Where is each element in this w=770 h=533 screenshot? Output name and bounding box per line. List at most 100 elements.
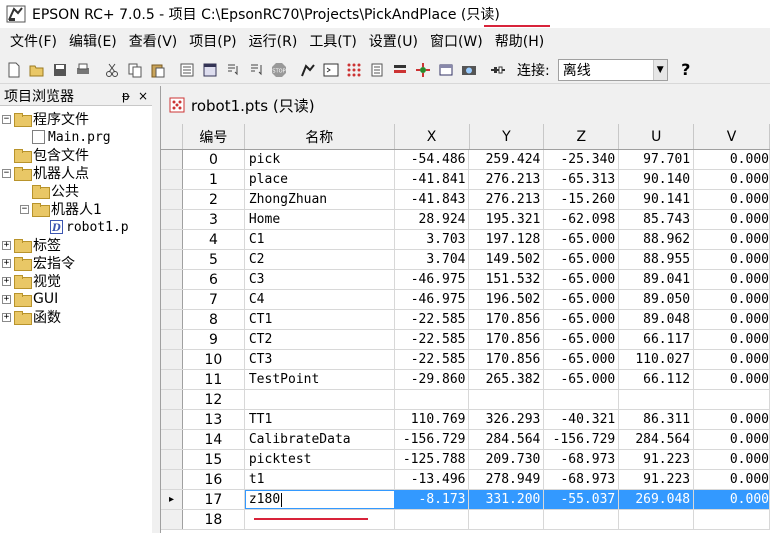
cell-name[interactable]: CalibrateData [245,430,395,449]
cell-number[interactable]: 5 [183,250,245,269]
cell-y[interactable]: 284.564 [469,430,545,449]
row-selector[interactable] [161,250,183,269]
cell-x[interactable]: 28.924 [395,210,470,229]
tree-item[interactable]: + 视觉 [0,272,152,290]
row-selector[interactable] [161,230,183,249]
cell-y[interactable]: 326.293 [469,410,545,429]
table-row[interactable]: 0 pick -54.486 259.424 -25.340 97.701 0.000 [161,150,770,170]
cell-number[interactable]: 10 [183,350,245,369]
row-selector[interactable] [161,350,183,369]
print-icon[interactable] [73,60,93,80]
cell-number[interactable]: 18 [183,510,245,529]
table-row[interactable]: 6 C3 -46.975 151.532 -65.000 89.041 0.000 [161,270,770,290]
cell-x[interactable]: -13.496 [395,470,470,489]
menu-edit[interactable]: 编辑(E) [63,31,123,51]
cell-x[interactable] [395,390,470,409]
table-row[interactable]: 12 [161,390,770,410]
row-selector[interactable] [161,470,183,489]
cell-y[interactable]: 170.856 [469,350,545,369]
command-window-icon[interactable] [321,60,341,80]
menu-help[interactable]: 帮助(H) [489,31,550,51]
cell-y[interactable] [469,510,545,529]
tree-item[interactable]: − 程序文件 [0,110,152,128]
paste-icon[interactable] [148,60,168,80]
cell-v[interactable]: 0.000 [694,350,770,369]
cell-number[interactable]: 8 [183,310,245,329]
cell-u[interactable]: 66.117 [619,330,695,349]
cell-v[interactable]: 0.000 [694,250,770,269]
cell-z[interactable]: -65.000 [544,250,620,269]
cell-v[interactable]: 0.000 [694,210,770,229]
cell-u[interactable]: 91.223 [619,470,695,489]
cell-number[interactable]: 12 [183,390,245,409]
cell-v[interactable]: 0.000 [694,330,770,349]
menu-tools[interactable]: 工具(T) [303,31,362,51]
splitter[interactable] [152,86,160,533]
cut-icon[interactable] [102,60,122,80]
help-button[interactable]: ? [676,60,696,79]
new-file-icon[interactable] [4,60,24,80]
stop-icon[interactable]: STOP [269,60,289,80]
expand-icon[interactable]: + [2,276,11,286]
cell-name[interactable]: t1 [245,470,395,489]
cell-z[interactable]: -65.000 [544,310,620,329]
cell-y[interactable]: 276.213 [469,170,545,189]
cell-v[interactable]: 0.000 [694,170,770,189]
table-row[interactable]: 16 t1 -13.496 278.949 -68.973 91.223 0.000 [161,470,770,490]
cell-x[interactable]: -54.486 [395,150,470,169]
tree-item[interactable]: + 宏指令 [0,254,152,272]
cell-v[interactable]: 0.000 [694,430,770,449]
row-selector[interactable] [161,290,183,309]
build-icon[interactable] [177,60,197,80]
cell-z[interactable] [544,510,620,529]
cell-name[interactable]: CT1 [245,310,395,329]
cell-v[interactable] [694,510,770,529]
table-row[interactable]: 9 CT2 -22.585 170.856 -65.000 66.117 0.000 [161,330,770,350]
cell-x[interactable]: 3.703 [395,230,470,249]
cell-z[interactable]: -55.037 [544,490,620,509]
cell-z[interactable]: -156.729 [544,430,620,449]
connect-icon[interactable] [488,60,508,80]
cell-y[interactable]: 149.502 [469,250,545,269]
cell-number[interactable]: 2 [183,190,245,209]
cell-x[interactable]: -29.860 [395,370,470,389]
row-selector[interactable] [161,170,183,189]
cell-y[interactable]: 151.532 [469,270,545,289]
column-header-number[interactable]: 编号 [183,124,245,149]
robot-manager-icon[interactable] [298,60,318,80]
cell-u[interactable]: 89.048 [619,310,695,329]
menu-file[interactable]: 文件(F) [4,31,63,51]
cell-z[interactable]: -65.000 [544,350,620,369]
cell-u[interactable]: 97.701 [619,150,695,169]
cell-u[interactable]: 85.743 [619,210,695,229]
cell-number[interactable]: 6 [183,270,245,289]
column-header-y[interactable]: Y [470,124,545,149]
table-row[interactable]: 15 picktest -125.788 209.730 -68.973 91.223 0.… [161,450,770,470]
cell-name[interactable]: C2 [245,250,395,269]
tree-item[interactable]: 公共 [0,182,152,200]
cell-u[interactable]: 91.223 [619,450,695,469]
cell-u[interactable]: 66.112 [619,370,695,389]
cell-y[interactable]: 195.321 [469,210,545,229]
cell-x[interactable]: -8.173 [394,490,470,509]
cell-number[interactable]: 15 [183,450,245,469]
cell-u[interactable]: 88.962 [619,230,695,249]
table-row[interactable]: 1 place -41.841 276.213 -65.313 90.140 0.000 [161,170,770,190]
cell-y[interactable]: 209.730 [469,450,545,469]
table-row[interactable]: 8 CT1 -22.585 170.856 -65.000 89.048 0.000 [161,310,770,330]
cell-z[interactable]: -68.973 [544,450,620,469]
cell-z[interactable]: -65.000 [544,290,620,309]
row-selector[interactable] [161,430,183,449]
cell-x[interactable]: -41.841 [395,170,470,189]
table-row[interactable]: 11 TestPoint -29.860 265.382 -65.000 66.112 0.… [161,370,770,390]
cell-name[interactable]: TestPoint [245,370,395,389]
cell-y[interactable]: 276.213 [469,190,545,209]
cell-number[interactable]: 7 [183,290,245,309]
cell-z[interactable] [544,390,620,409]
cell-x[interactable]: -41.843 [395,190,470,209]
row-selector[interactable] [161,390,183,409]
expand-icon[interactable]: + [2,240,11,250]
table-row[interactable]: 10 CT3 -22.585 170.856 -65.000 110.027 0.000 [161,350,770,370]
cell-v[interactable]: 0.000 [694,190,770,209]
open-folder-icon[interactable] [27,60,47,80]
